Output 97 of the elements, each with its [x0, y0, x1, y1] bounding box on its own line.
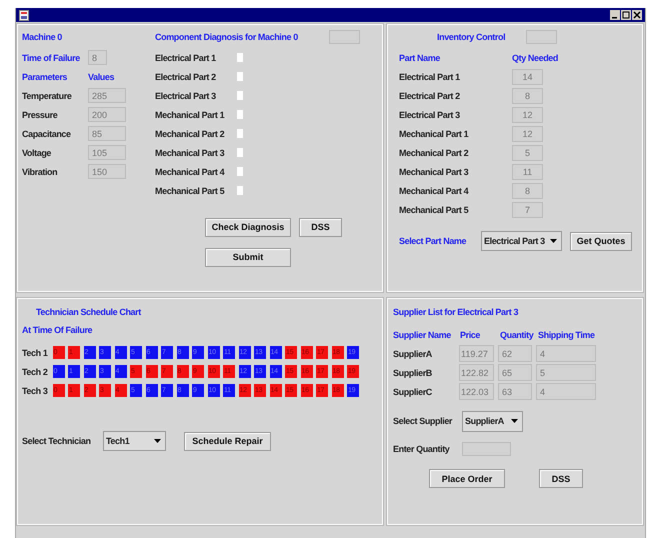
- quantity-field[interactable]: 62: [498, 345, 532, 362]
- schedule-repair-button[interactable]: Schedule Repair: [184, 432, 271, 450]
- quantity-field[interactable]: 5: [512, 144, 543, 160]
- price-field[interactable]: 122.82: [459, 364, 494, 381]
- quantity-field[interactable]: 12: [512, 126, 543, 142]
- shipping-time-field[interactable]: 5: [536, 364, 596, 381]
- panel-title: Technician Schedule Chart: [35, 307, 142, 319]
- checkbox[interactable]: [237, 148, 243, 157]
- field-label: Enter Quantity: [393, 444, 451, 454]
- column-header: Parameters: [22, 72, 68, 82]
- field-label: Time of Failure: [22, 52, 81, 62]
- part-dropdown[interactable]: Electrical Part 3: [481, 231, 562, 251]
- minimize-icon[interactable]: [610, 10, 620, 20]
- part-label: Mechanical Part 2: [399, 148, 470, 158]
- panel-title: Machine 0: [22, 32, 62, 42]
- caret-icon: [550, 239, 557, 243]
- parameter-label: Pressure: [22, 110, 58, 120]
- check-diagnosis-button[interactable]: Check Diagnosis: [205, 218, 291, 236]
- column-header: Part Name: [399, 52, 441, 62]
- panel-title: Supplier List for Electrical Part 3: [393, 307, 520, 319]
- value-field[interactable]: 150: [88, 164, 126, 179]
- get-quotes-button[interactable]: Get Quotes: [570, 232, 632, 250]
- column-header: Values: [88, 72, 114, 82]
- value-field[interactable]: 200: [88, 107, 126, 122]
- field-label: Select Supplier: [393, 416, 454, 426]
- column-header: Price: [459, 330, 482, 340]
- part-label: Mechanical Part 3: [155, 148, 226, 158]
- checkbox[interactable]: [237, 186, 243, 195]
- part-label: Electrical Part 2: [399, 90, 461, 100]
- parameter-label: Temperature: [22, 90, 72, 100]
- part-label: Mechanical Part 2: [155, 128, 226, 138]
- technician-label: Tech 1: [22, 348, 49, 358]
- status-field[interactable]: [329, 30, 360, 44]
- quantity-field[interactable]: 7: [512, 202, 543, 218]
- dss-button[interactable]: DSS: [299, 218, 342, 236]
- checkbox[interactable]: [237, 53, 243, 62]
- price-field[interactable]: 122.03: [459, 383, 494, 400]
- caret-icon: [154, 439, 161, 443]
- part-label: Mechanical Part 5: [155, 186, 226, 196]
- part-label: Electrical Part 1: [155, 52, 217, 62]
- panel-title: Component Diagnosis for Machine 0: [155, 32, 299, 42]
- maximize-icon[interactable]: [621, 10, 631, 20]
- submit-button[interactable]: Submit: [205, 248, 291, 266]
- dss-button[interactable]: DSS: [539, 469, 583, 488]
- supplier-label: SupplierA: [393, 348, 433, 358]
- technician-label: Tech 2: [22, 366, 48, 376]
- part-label: Mechanical Part 4: [155, 166, 226, 176]
- supplier-label: SupplierC: [393, 386, 433, 396]
- part-label: Mechanical Part 1: [155, 110, 226, 120]
- quantity-field[interactable]: 8: [512, 88, 543, 104]
- part-label: Mechanical Part 4: [399, 186, 470, 196]
- value-field[interactable]: 85: [88, 126, 126, 141]
- column-header: Supplier Name: [393, 330, 452, 340]
- field-label: Select Part Name: [399, 236, 468, 246]
- field-label: Select Technician: [22, 436, 92, 446]
- quantity-input[interactable]: [462, 442, 511, 456]
- time-field[interactable]: 8: [88, 50, 107, 65]
- parameter-label: Vibration: [22, 166, 58, 176]
- part-label: Electrical Part 2: [155, 72, 217, 82]
- panel-title: Inventory Control: [437, 32, 506, 42]
- supplier-dropdown[interactable]: SupplierA: [462, 410, 523, 432]
- checkbox[interactable]: [237, 167, 243, 176]
- app-icon: [19, 10, 29, 20]
- part-label: Electrical Part 3: [155, 90, 217, 100]
- place-order-button[interactable]: Place Order: [429, 469, 505, 488]
- column-header: Qty Needed: [512, 52, 558, 62]
- part-label: Mechanical Part 3: [399, 166, 470, 176]
- status-field[interactable]: [526, 30, 558, 44]
- quantity-field[interactable]: 63: [498, 383, 532, 400]
- supplier-label: SupplierB: [393, 368, 433, 378]
- checkbox[interactable]: [237, 110, 243, 119]
- parameter-label: Voltage: [22, 148, 52, 158]
- chart-subtitle: At Time Of Failure: [22, 325, 94, 337]
- part-label: Mechanical Part 1: [399, 128, 470, 138]
- quantity-field[interactable]: 14: [512, 68, 543, 84]
- column-header: Quantity: [500, 330, 534, 340]
- caret-icon: [511, 419, 518, 423]
- checkbox[interactable]: [237, 91, 243, 100]
- technician-label: Tech 3: [22, 386, 48, 396]
- quantity-field[interactable]: 65: [498, 364, 532, 381]
- column-header: Shipping Time: [538, 330, 596, 340]
- quantity-field[interactable]: 12: [512, 106, 543, 122]
- value-field[interactable]: 105: [88, 145, 126, 160]
- price-field[interactable]: 119.27: [459, 345, 494, 362]
- part-label: Electrical Part 3: [399, 110, 461, 120]
- shipping-time-field[interactable]: 4: [536, 345, 596, 362]
- part-label: Mechanical Part 5: [399, 204, 470, 214]
- quantity-field[interactable]: 8: [512, 182, 543, 198]
- part-label: Electrical Part 1: [399, 72, 461, 82]
- shipping-time-field[interactable]: 4: [536, 383, 596, 400]
- technician-dropdown[interactable]: Tech1: [103, 431, 166, 451]
- close-icon[interactable]: [632, 10, 642, 20]
- checkbox[interactable]: [237, 72, 243, 81]
- parameter-label: Capacitance: [22, 128, 72, 138]
- quantity-field[interactable]: 11: [512, 164, 543, 180]
- checkbox[interactable]: [237, 129, 243, 138]
- value-field[interactable]: 285: [88, 88, 126, 103]
